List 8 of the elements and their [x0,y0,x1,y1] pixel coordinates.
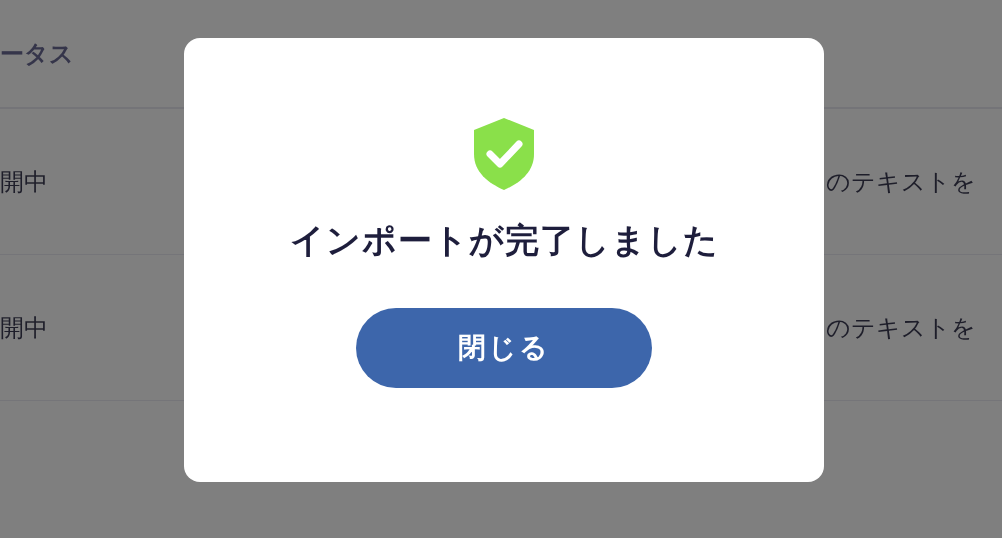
table-cell-text: のテキストを [826,166,976,198]
shield-check-icon [474,118,534,190]
status-cell-text: 開中 [0,166,49,198]
column-header: ータス [0,38,74,70]
status-cell-text: 開中 [0,312,49,344]
dialog-title: インポートが完了しました [289,219,719,262]
table-cell-text: のテキストを [826,312,976,344]
close-button[interactable]: 閉じる [356,308,652,388]
